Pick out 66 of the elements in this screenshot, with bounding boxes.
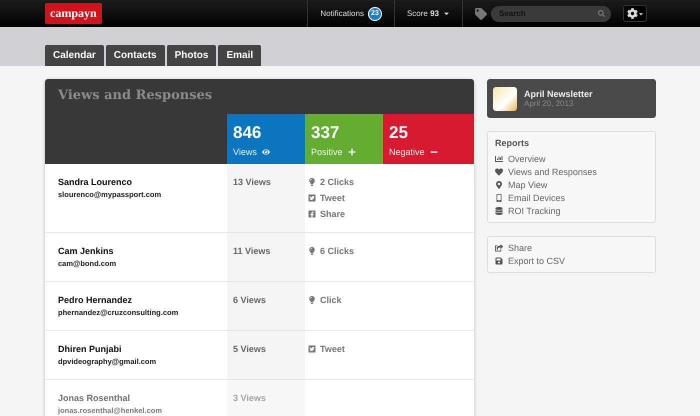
action-link[interactable]: Share [495, 243, 648, 253]
stat-label: Views [233, 147, 257, 157]
newsletter-title: April Newsletter [524, 89, 593, 99]
contact-name: Cam Jenkins [58, 246, 115, 256]
response-label: Click [320, 295, 342, 305]
heart-icon [495, 168, 503, 176]
views-cell: 3 Views [227, 380, 305, 416]
tweet-icon [308, 194, 316, 202]
views-cell: 11 Views [227, 233, 305, 281]
contact-name: Jonas Rosenthal [58, 393, 132, 403]
bulb-icon [308, 296, 316, 304]
contact-name: Dhiren Punjabi [58, 344, 123, 354]
report-link[interactable]: Email Devices [495, 193, 648, 203]
views-cell: 5 Views [227, 331, 305, 379]
share-icon [495, 244, 503, 252]
contact-name: Sandra Lourenco [58, 177, 134, 187]
tweet-icon [308, 345, 316, 353]
save-icon [495, 257, 503, 265]
report-link[interactable]: Overview [495, 154, 648, 164]
bulb-icon [308, 247, 316, 255]
stat-value: 25 [389, 123, 409, 143]
stat-tile[interactable]: 337 Positive [305, 114, 383, 164]
response-label: 2 Clicks [320, 177, 354, 187]
views-cell: 6 Views [227, 282, 305, 330]
response-label: 6 Clicks [320, 246, 354, 256]
caret-icon [638, 10, 644, 16]
map-pin-icon [495, 181, 503, 189]
score-label[interactable]: Score 93 [406, 9, 439, 18]
bar-chart-icon [495, 155, 503, 163]
tab[interactable]: Contacts [106, 45, 165, 66]
tag-icon[interactable] [475, 8, 487, 20]
stat-tile[interactable]: 25 Negative [383, 114, 474, 164]
panel-title: Views and Responses [56, 87, 214, 105]
stat-value: 337 [311, 123, 340, 143]
response-label: Tweet [320, 193, 345, 203]
settings-button[interactable] [623, 5, 647, 22]
report-link[interactable]: Map View [495, 180, 648, 190]
tab[interactable]: Email [218, 45, 262, 66]
tab[interactable]: Calendar [45, 45, 104, 66]
search-icon[interactable] [598, 10, 605, 17]
notifications-link[interactable]: Notifications [320, 9, 364, 18]
database-icon [495, 207, 503, 215]
action-link[interactable]: Export to CSV [495, 256, 648, 266]
stat-label: Positive [311, 147, 343, 157]
tab[interactable]: Photos [166, 45, 216, 66]
newsletter-thumbnail [493, 86, 517, 110]
newsletter-date: April 20, 2013 [524, 99, 574, 108]
logo[interactable]: campayn [45, 3, 102, 24]
report-link[interactable]: Views and Responses [495, 167, 648, 177]
newsletter-card[interactable]: April Newsletter April 20, 2013 [487, 79, 656, 118]
report-link[interactable]: ROI Tracking [495, 206, 648, 216]
eye-icon [262, 148, 270, 156]
response-label: Tweet [320, 344, 345, 354]
bulb-icon [308, 178, 316, 186]
views-cell: 13 Views [227, 164, 305, 232]
stat-tile[interactable]: 846 Views [227, 114, 305, 164]
stat-value: 846 [233, 123, 262, 143]
caret-icon[interactable] [443, 10, 450, 17]
plus-icon [348, 148, 356, 156]
settings-icon [626, 8, 638, 19]
facebook-icon [308, 210, 316, 218]
stat-label: Negative [389, 147, 425, 157]
phone-icon [495, 194, 503, 202]
reports-heading: Reports [495, 138, 530, 148]
contact-name: Pedro Hernandez [58, 295, 134, 305]
response-label: Share [320, 209, 346, 219]
